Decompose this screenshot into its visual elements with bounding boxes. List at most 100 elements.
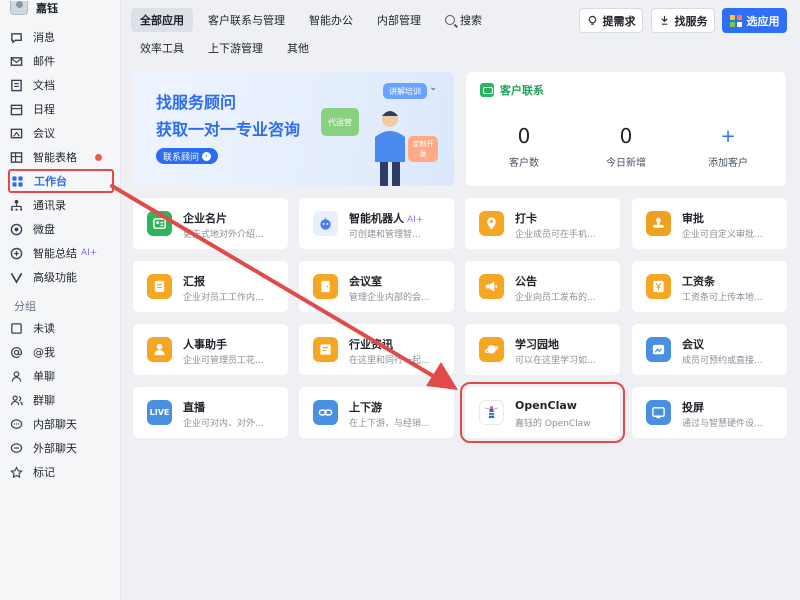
app-name-text: 行业资讯 [349, 338, 393, 351]
user-profile[interactable]: 嘉钰 [10, 0, 58, 16]
app-card-6[interactable]: 会议室管理企业内部的会... [299, 261, 454, 312]
table-icon [9, 150, 23, 164]
app-card-7[interactable]: 公告 企业向员工发布的... [465, 261, 620, 312]
app-card-16[interactable]: 投屏通过与智慧硬件设... [632, 387, 787, 438]
request-button[interactable]: 提需求 [579, 8, 643, 33]
sidebar-item-contacts[interactable]: 通讯录 [9, 195, 115, 215]
app-description: 通过与智慧硬件设... [682, 419, 763, 429]
stat-customers[interactable]: 0 客户数 [474, 124, 574, 169]
tab-internal[interactable]: 内部管理 [368, 8, 430, 32]
avatar[interactable] [10, 1, 28, 15]
app-name: 企业名片 [183, 210, 227, 226]
app-card-4[interactable]: 审批 企业可自定义审批... [632, 198, 787, 249]
sidebar-item-label: 文档 [33, 79, 55, 92]
mail-icon [9, 54, 23, 68]
sidebar-group-internal[interactable]: 内部聊天 [9, 414, 115, 434]
find-service-button[interactable]: 找服务 [651, 8, 715, 33]
drive-icon [9, 222, 23, 236]
at-icon [9, 345, 23, 359]
app-card-5[interactable]: 汇报 企业对员工工作内... [133, 261, 288, 312]
app-name-text: 上下游 [349, 401, 382, 414]
app-name-text: 智能机器人 [349, 212, 404, 225]
consultant-illustration [375, 111, 405, 186]
app-grid-icon [729, 14, 742, 27]
search-label: 搜索 [460, 14, 482, 27]
choose-app-button[interactable]: 选应用 [722, 8, 787, 33]
tab-customer[interactable]: 客户联系与管理 [199, 8, 294, 32]
app-description: 可创建和管理智... [349, 230, 421, 240]
contact-consultant-button[interactable]: 联系顾问 › [156, 148, 219, 164]
sidebar-item-drive[interactable]: 微盘 [9, 219, 115, 239]
chevron-down-icon[interactable]: ⌄ [429, 82, 437, 93]
sidebar-group-external[interactable]: 外部聊天 [9, 438, 115, 458]
app-description: 工资条可上传本地... [682, 293, 763, 303]
chat-icon [9, 30, 23, 44]
contacts-title[interactable]: 客户联系 [480, 82, 544, 98]
sidebar-group-unread[interactable]: 未读 [9, 318, 115, 338]
app-name-text: 工资条 [682, 275, 715, 288]
advanced-icon [9, 270, 23, 284]
sidebar-item-label: 单聊 [33, 370, 55, 383]
app-name-text: 人事助手 [183, 338, 227, 351]
app-name: 行业资讯 [349, 336, 393, 352]
sidebar-item-label: 高级功能 [33, 271, 77, 284]
app-card-2[interactable]: 智能机器人 AI+ 可创建和管理智... [299, 198, 454, 249]
app-name-text: 企业名片 [183, 212, 227, 225]
app-name-text: 投屏 [682, 401, 704, 414]
app-card-8[interactable]: 工资条工资条可上传本地... [632, 261, 787, 312]
ai-tag: AI+ [81, 248, 98, 258]
app-card-13[interactable]: LIVE 直播 企业可对内、对外... [133, 387, 288, 438]
sidebar-item-messages[interactable]: 消息 [9, 27, 115, 47]
tab-other[interactable]: 其他 [278, 36, 318, 60]
sidebar-group-starred[interactable]: 标记 [9, 462, 115, 482]
external-chat-icon [9, 441, 23, 455]
ai-tag: AI+ [407, 215, 424, 225]
sidebar-group-single[interactable]: 单聊 [9, 366, 115, 386]
location-icon [479, 211, 504, 236]
robot-icon [313, 211, 338, 236]
calendar-icon [9, 102, 23, 116]
sidebar-group-group[interactable]: 群聊 [9, 390, 115, 410]
app-card-14[interactable]: 上下游 在上下游，与经销... [299, 387, 454, 438]
app-card-1[interactable]: 企业名片更正式地对外介绍... [133, 198, 288, 249]
app-name: 工资条 [682, 273, 715, 289]
tab-all-apps[interactable]: 全部应用 [131, 8, 193, 32]
app-name-text: 会议室 [349, 275, 382, 288]
service-banner[interactable]: 找服务顾问 获取一对一专业咨询 联系顾问 › 讲解培训 代运营 定制开发 ⌄ [133, 72, 454, 186]
sidebar-item-mail[interactable]: 邮件 [9, 51, 115, 71]
sidebar-item-meeting[interactable]: 会议 [9, 123, 115, 143]
tab-smart-office[interactable]: 智能办公 [300, 8, 362, 32]
sidebar-item-label: @我 [33, 346, 55, 359]
app-card-12[interactable]: 会议 成员可预约或直接... [632, 324, 787, 375]
app-card-15[interactable]: OpenClaw 嘉钰的 OpenClaw [460, 382, 625, 443]
sidebar-item-label: 智能总结 [33, 247, 77, 260]
banner-title: 找服务顾问 [156, 93, 237, 112]
workbench-main: 全部应用 客户联系与管理 智能办公 内部管理 搜索 效率工具 上下游管理 其他 … [121, 0, 800, 600]
stat-today-new[interactable]: 0 今日新增 [576, 124, 676, 169]
sidebar-item-advanced[interactable]: 高级功能 [9, 267, 115, 287]
sidebar-item-calendar[interactable]: 日程 [9, 99, 115, 119]
app-card-10[interactable]: 行业资讯 在这里和同行一起... [299, 324, 454, 375]
app-card-3[interactable]: 打卡 企业成员可在手机... [465, 198, 620, 249]
sidebar-item-workbench[interactable]: 工作台 [8, 169, 114, 193]
bulb-icon [588, 15, 596, 25]
app-description: 更正式地对外介绍... [183, 230, 264, 240]
sidebar-item-docs[interactable]: 文档 [9, 75, 115, 95]
door-icon [313, 274, 338, 299]
sidebar-group-at-me[interactable]: @我 [9, 342, 115, 362]
choose-app-label: 选应用 [746, 14, 780, 28]
tab-efficiency[interactable]: 效率工具 [131, 36, 193, 60]
app-description: 管理企业内部的会... [349, 293, 430, 303]
sidebar-item-label: 标记 [33, 466, 55, 479]
sidebar-item-summary[interactable]: 智能总结 AI+ [9, 243, 115, 263]
sidebar-item-smart-table[interactable]: 智能表格 [9, 147, 115, 167]
app-card-11[interactable]: 学习园地 可以在这里学习如... [465, 324, 620, 375]
sidebar-item-label: 未读 [33, 322, 55, 335]
sidebar-item-label: 内部聊天 [33, 418, 77, 431]
sidebar-item-label: 外部聊天 [33, 442, 77, 455]
tab-supply-chain[interactable]: 上下游管理 [199, 36, 272, 60]
add-customer-button[interactable]: + 添加客户 [678, 124, 778, 169]
app-card-9[interactable]: 人事助手 企业可管理员工花... [133, 324, 288, 375]
search-button[interactable]: 搜索 [436, 8, 491, 32]
today-new-label: 今日新增 [606, 158, 646, 169]
